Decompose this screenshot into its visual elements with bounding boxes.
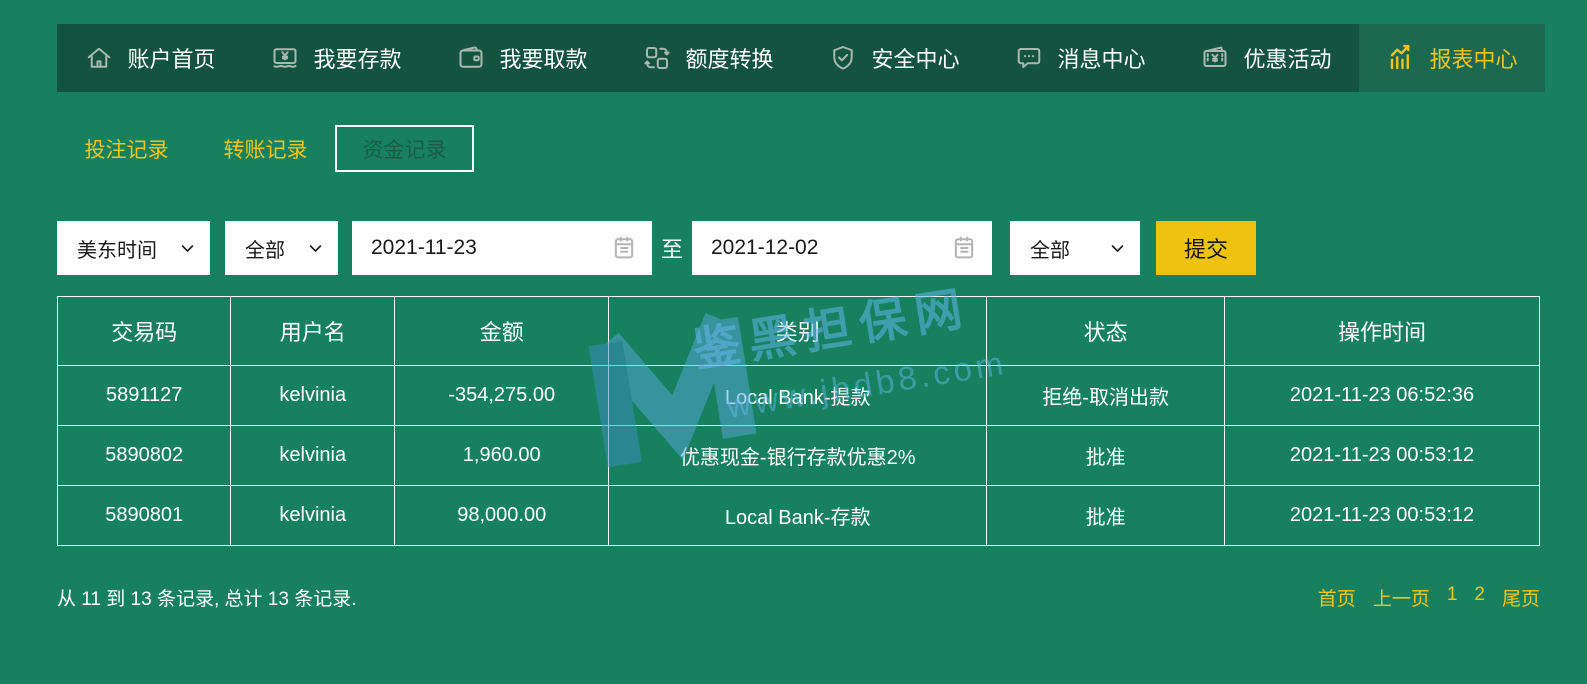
date-range-to-label: 至 — [652, 232, 692, 264]
date-to-value: 2021-12-02 — [711, 236, 818, 260]
table-cell: 批准 — [987, 486, 1225, 546]
records-summary: 从 11 到 13 条记录, 总计 13 条记录. — [57, 584, 357, 611]
records-table-body: 5891127kelvinia-354,275.00Local Bank-提款拒… — [58, 366, 1540, 546]
date-from-input[interactable]: 2021-11-23 — [352, 221, 652, 275]
nav-item-label: 优惠活动 — [1243, 42, 1331, 74]
nav-item-deposit[interactable]: 我要存款 — [243, 24, 429, 92]
column-header: 类别 — [609, 297, 987, 366]
records-table-head: 交易码用户名金额类别状态操作时间 — [58, 297, 1540, 366]
table-cell: 2021-11-23 06:52:36 — [1225, 366, 1540, 426]
table-cell: Local Bank-提款 — [609, 366, 987, 426]
pagination-prev-page[interactable]: 上一页 — [1373, 584, 1430, 611]
shield-icon — [828, 43, 858, 73]
nav-item-label: 我要取款 — [499, 42, 587, 74]
nav-item-label: 账户首页 — [127, 42, 215, 74]
tab-transfer-records[interactable]: 转账记录 — [196, 125, 335, 172]
table-cell: 1,960.00 — [395, 426, 609, 486]
nav-item-label: 额度转换 — [685, 42, 773, 74]
nav-item-label: 报表中心 — [1429, 42, 1517, 74]
table-cell: 批准 — [987, 426, 1225, 486]
column-header: 操作时间 — [1225, 297, 1540, 366]
table-cell: kelvinia — [231, 366, 395, 426]
nav-item-message-center[interactable]: 消息中心 — [987, 24, 1173, 92]
pagination-page-1[interactable]: 1 — [1447, 584, 1458, 611]
pagination: 首页上一页 12 尾页 — [1318, 584, 1540, 611]
nav-item-label: 消息中心 — [1057, 42, 1145, 74]
table-row: 5890801kelvinia98,000.00Local Bank-存款批准2… — [58, 486, 1540, 546]
tab-label: 转账记录 — [224, 134, 308, 164]
table-cell: 98,000.00 — [395, 486, 609, 546]
table-cell: 2021-11-23 00:53:12 — [1225, 486, 1540, 546]
nav-item-report-center[interactable]: 报表中心 — [1359, 24, 1545, 92]
table-cell: 5890802 — [58, 426, 231, 486]
timezone-select-value: 美东时间 — [77, 234, 157, 263]
tab-label: 资金记录 — [363, 134, 447, 164]
status-select[interactable]: 全部 — [1010, 221, 1140, 275]
pagination-first-page[interactable]: 首页 — [1318, 584, 1356, 611]
type-select[interactable]: 全部 — [225, 221, 338, 275]
chevron-down-icon — [179, 240, 196, 257]
nav-item-withdraw[interactable]: 我要取款 — [429, 24, 615, 92]
pagination-page-2[interactable]: 2 — [1474, 584, 1485, 611]
tab-bet-records[interactable]: 投注记录 — [57, 125, 196, 172]
calendar-icon[interactable] — [950, 234, 978, 262]
nav-item-quota-transfer[interactable]: 额度转换 — [615, 24, 801, 92]
calendar-icon[interactable] — [610, 234, 638, 262]
message-icon — [1014, 43, 1044, 73]
nav-item-account-home[interactable]: 账户首页 — [57, 24, 243, 92]
wallet-icon — [456, 43, 486, 73]
deposit-icon — [270, 43, 300, 73]
table-cell: 拒绝-取消出款 — [987, 366, 1225, 426]
main-nav: 账户首页 我要存款 我要取款 额度转换 安全中心 消息中心 优惠活动 报表中心 — [57, 24, 1545, 92]
filter-bar: 美东时间 全部 2021-11-23 至 2021-12-02 全部 提 — [57, 221, 1256, 275]
table-cell: kelvinia — [231, 486, 395, 546]
table-cell: Local Bank-存款 — [609, 486, 987, 546]
column-header: 金额 — [395, 297, 609, 366]
table-cell: 5891127 — [58, 366, 231, 426]
table-cell: 5890801 — [58, 486, 231, 546]
table-cell: 2021-11-23 00:53:12 — [1225, 426, 1540, 486]
chevron-down-icon — [1109, 240, 1126, 257]
home-icon — [84, 43, 114, 73]
status-select-value: 全部 — [1030, 234, 1070, 263]
column-header: 状态 — [987, 297, 1225, 366]
coupon-icon — [1200, 43, 1230, 73]
timezone-select[interactable]: 美东时间 — [57, 221, 210, 275]
nav-item-promotions[interactable]: 优惠活动 — [1173, 24, 1359, 92]
nav-item-label: 我要存款 — [313, 42, 401, 74]
table-cell: 优惠现金-银行存款优惠2% — [609, 426, 987, 486]
tab-label: 投注记录 — [85, 134, 169, 164]
date-to-input[interactable]: 2021-12-02 — [692, 221, 992, 275]
submit-button[interactable]: 提交 — [1156, 221, 1256, 275]
nav-item-label: 安全中心 — [871, 42, 959, 74]
records-table: 交易码用户名金额类别状态操作时间 5891127kelvinia-354,275… — [57, 296, 1540, 546]
table-row: 5890802kelvinia1,960.00优惠现金-银行存款优惠2%批准20… — [58, 426, 1540, 486]
chevron-down-icon — [307, 240, 324, 257]
type-select-value: 全部 — [245, 234, 285, 263]
table-cell: kelvinia — [231, 426, 395, 486]
transfer-icon — [642, 43, 672, 73]
table-row: 5891127kelvinia-354,275.00Local Bank-提款拒… — [58, 366, 1540, 426]
date-from-value: 2021-11-23 — [371, 236, 477, 260]
nav-item-security-center[interactable]: 安全中心 — [801, 24, 987, 92]
table-cell: -354,275.00 — [395, 366, 609, 426]
record-tabs: 投注记录 转账记录 资金记录 — [57, 125, 474, 172]
chart-icon — [1386, 43, 1416, 73]
column-header: 用户名 — [231, 297, 395, 366]
tab-fund-records[interactable]: 资金记录 — [335, 125, 474, 172]
pagination-last-page[interactable]: 尾页 — [1502, 584, 1540, 611]
column-header: 交易码 — [58, 297, 231, 366]
